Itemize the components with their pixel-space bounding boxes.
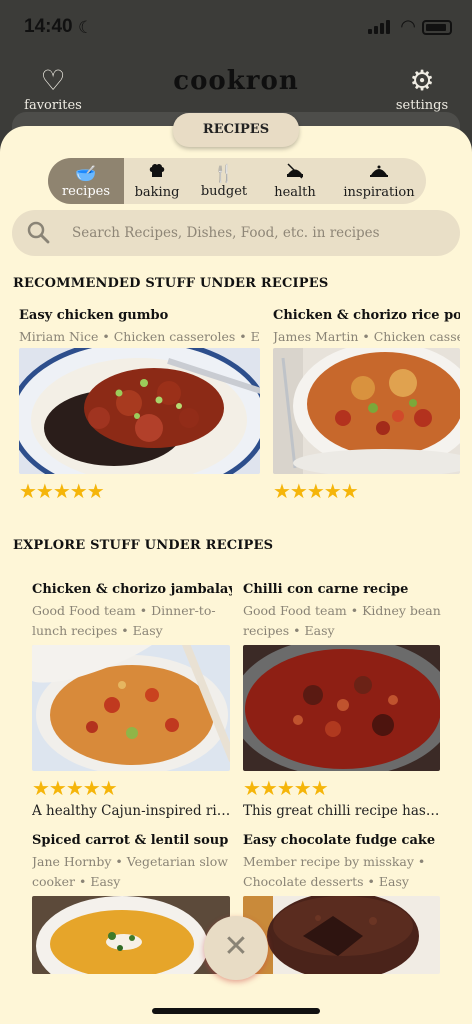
rating-stars: ★★★★★ [273,479,359,503]
tab-label: health [274,185,316,200]
recommended-section-title: RECOMMENDED STUFF UNDER RECIPES [13,276,329,291]
recipe-meta: James Martin • Chicken casseroles [273,329,460,344]
tab-inspiration[interactable]: inspiration [332,158,426,204]
cutlery-icon: 🍴 [213,163,235,184]
recipe-title: Chilli con carne recipe [243,582,409,597]
status-time: 14:40 [24,16,73,37]
recipe-title: Easy chocolate fudge cake [243,833,436,848]
cloche-icon [369,162,389,185]
wifi-icon: ◠ [400,16,416,37]
recommended-card[interactable]: Easy chicken gumbo Miriam Nice • Chicken… [19,308,260,502]
recipe-meta: Jane Hornby • Vegetarian slow cooker • E… [32,854,228,889]
tab-label: budget [200,183,248,199]
recipe-meta: Member recipe by misskay • Chocolate des… [243,854,426,889]
moon-icon: ☾ [78,18,94,38]
home-indicator [152,1008,320,1014]
explore-section-title: EXPLORE STUFF UNDER RECIPES [13,538,274,553]
recipe-image [273,348,460,474]
status-bar: 14:40 ☾ ◠ [0,0,472,60]
mixing-bowl-icon: 🥣 [75,163,97,184]
recipe-title: Chicken & chorizo rice pot [273,308,460,323]
tab-label: inspiration [343,185,415,200]
recipe-title: Easy chicken gumbo [19,308,169,323]
category-tabs: 🥣 recipes baking 🍴 budget health inspira… [48,158,426,204]
favorites-label: favorites [24,98,82,113]
recipe-description: This great chilli recipe has to be [243,803,443,819]
close-button[interactable]: ✕ [204,916,268,980]
search-input[interactable] [72,210,442,256]
recipe-image [32,645,230,771]
recipe-image [243,896,440,974]
recipe-image [243,645,440,771]
recipe-image [32,896,230,974]
gear-icon: ⚙ [409,64,435,97]
healthy-food-icon [285,162,305,185]
recipes-sheet: 🥣 recipes baking 🍴 budget health inspira… [0,126,472,1024]
tab-label: recipes [61,183,111,199]
close-icon: ✕ [223,929,249,964]
recipe-meta: Good Food team • Kidney bean recipes • E… [243,603,441,638]
tab-label: baking [134,185,180,200]
tab-recipes[interactable]: 🥣 recipes [48,158,124,204]
recipe-meta: Miriam Nice • Chicken casseroles • Easy [19,329,260,344]
rating-stars: ★★★★★ [243,776,329,800]
chef-hat-icon [148,162,166,185]
rating-stars: ★★★★★ [19,479,105,503]
battery-icon [422,20,452,35]
recommended-card[interactable]: Chicken & chorizo rice pot James Martin … [273,308,460,502]
tab-budget[interactable]: 🍴 budget [190,158,258,204]
recipe-image [19,348,260,474]
settings-label: settings [395,98,449,113]
rating-stars: ★★★★★ [32,776,118,800]
search-bar [12,210,460,256]
recipe-meta: Good Food team • Dinner-to-lunch recipes… [32,603,216,638]
settings-button[interactable]: ⚙ settings [394,64,450,114]
explore-card[interactable]: Easy chocolate fudge cake Member recipe … [243,833,443,974]
search-icon [27,221,50,244]
tab-baking[interactable]: baking [124,158,190,204]
explore-card[interactable]: Chicken & chorizo jambalaya Good Food te… [32,582,232,819]
tab-health[interactable]: health [258,158,332,204]
explore-card[interactable]: Spiced carrot & lentil soup Jane Hornby … [32,833,232,974]
explore-card[interactable]: Chilli con carne recipe Good Food team •… [243,582,443,819]
recipe-title: Chicken & chorizo jambalaya [32,582,232,597]
cellular-signal-icon [368,20,390,34]
recipe-title: Spiced carrot & lentil soup [32,833,229,848]
sheet-title[interactable]: RECIPES [173,113,299,147]
recipe-description: A healthy Cajun-inspired rice pot [32,803,232,819]
